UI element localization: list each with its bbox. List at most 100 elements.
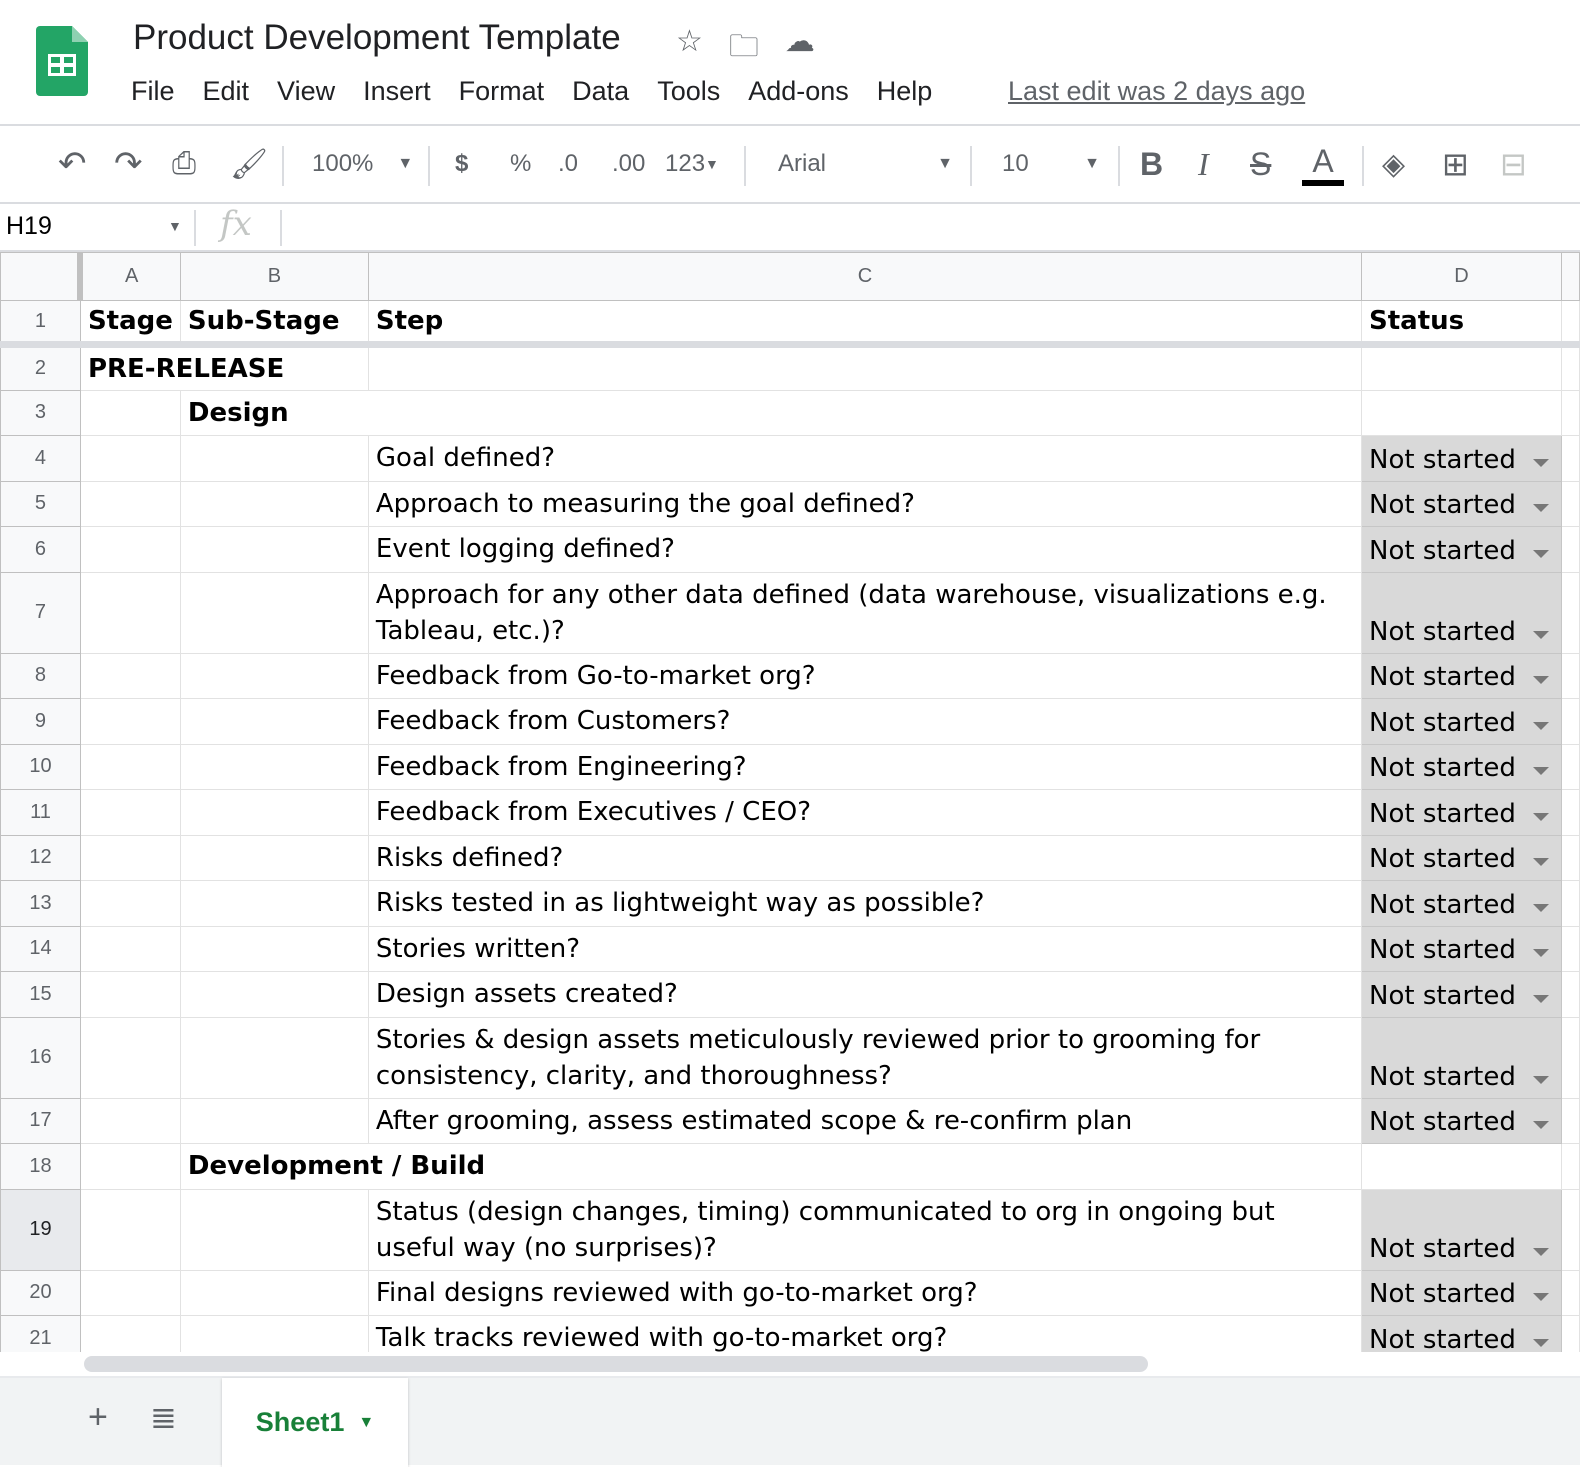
dropdown-arrow-icon[interactable]	[1532, 949, 1549, 957]
status-dropdown[interactable]: Not started	[1361, 1269, 1562, 1316]
print-icon[interactable]: ⎙	[172, 142, 196, 186]
row-header[interactable]: 18	[0, 1143, 81, 1190]
undo-icon[interactable]: ↶	[58, 142, 87, 186]
name-box[interactable]: H19	[6, 212, 52, 241]
currency-button[interactable]: $	[455, 142, 468, 186]
dropdown-arrow-icon[interactable]	[1532, 858, 1549, 866]
row-header[interactable]: 12	[0, 834, 81, 881]
column-header-d[interactable]: D	[1361, 252, 1562, 301]
last-edit-link[interactable]: Last edit was 2 days ago	[1008, 76, 1305, 107]
increase-decimal-button[interactable]: .00	[612, 142, 645, 186]
dropdown-arrow-icon[interactable]	[1532, 1247, 1549, 1256]
row-header[interactable]: 17	[0, 1097, 81, 1144]
dropdown-arrow-icon[interactable]	[1532, 1075, 1549, 1084]
select-all-corner[interactable]	[0, 252, 84, 301]
row-header[interactable]: 11	[0, 789, 81, 836]
borders-icon[interactable]: ⊞	[1442, 142, 1469, 186]
star-icon[interactable]: ☆	[676, 24, 703, 75]
column-header-a[interactable]: A	[79, 252, 181, 301]
status-dropdown[interactable]: Not started	[1361, 743, 1562, 790]
status-dropdown[interactable]: Not started	[1361, 1188, 1562, 1271]
cell-sub-stage[interactable]	[179, 925, 369, 972]
menu-file[interactable]: File	[131, 76, 175, 107]
cell-step[interactable]: Risks tested in as lightweight way as po…	[367, 880, 1363, 927]
dropdown-arrow-icon[interactable]	[1532, 458, 1549, 467]
dropdown-arrow-icon[interactable]	[1532, 549, 1549, 558]
dropdown-arrow-icon[interactable]	[1532, 1121, 1549, 1129]
menu-edit[interactable]: Edit	[203, 76, 250, 107]
cell-stage[interactable]	[79, 925, 181, 972]
strikethrough-button[interactable]: S	[1250, 142, 1271, 186]
move-folder-icon[interactable]: 🗀	[729, 24, 759, 75]
sheets-logo[interactable]	[36, 26, 88, 96]
cell-sub-stage[interactable]: Development / Build	[179, 1143, 1363, 1190]
formula-input[interactable]	[300, 212, 1550, 244]
row-header[interactable]: 6	[0, 526, 81, 573]
cell-step[interactable]	[367, 344, 1363, 391]
horizontal-scrollbar[interactable]	[84, 1356, 1148, 1372]
cell-step[interactable]: Approach for any other data defined (dat…	[367, 571, 1363, 654]
cell-step[interactable]: After grooming, assess estimated scope &…	[367, 1097, 1363, 1144]
cell-step[interactable]: Status (design changes, timing) communic…	[367, 1188, 1363, 1271]
menu-view[interactable]: View	[277, 76, 335, 107]
status-dropdown[interactable]: Not started	[1361, 435, 1562, 482]
cell-sub-stage[interactable]	[179, 1097, 369, 1144]
cell-step[interactable]: Feedback from Go-to-market org?	[367, 652, 1363, 699]
dropdown-arrow-icon[interactable]	[1532, 630, 1549, 639]
cell-sub-stage[interactable]	[179, 789, 369, 836]
dropdown-arrow-icon[interactable]	[1532, 1338, 1549, 1347]
cell-stage[interactable]: Stage	[79, 300, 181, 348]
cell-stage[interactable]	[79, 880, 181, 927]
dropdown-arrow-icon[interactable]	[1532, 1293, 1549, 1301]
cell-stage[interactable]	[79, 1315, 181, 1352]
merge-cells-icon[interactable]: ⊟	[1500, 142, 1527, 186]
cell-step[interactable]: Final designs reviewed with go-to-market…	[367, 1269, 1363, 1316]
cell-stage[interactable]	[79, 971, 181, 1018]
add-sheet-button[interactable]: +	[88, 1398, 108, 1437]
status-dropdown[interactable]: Not started	[1361, 698, 1562, 745]
cell-sub-stage[interactable]: Design	[179, 389, 1363, 436]
cell-sub-stage[interactable]	[179, 480, 369, 527]
row-header[interactable]: 10	[0, 743, 81, 790]
row-header[interactable]: 19	[0, 1188, 81, 1271]
cell-stage[interactable]	[79, 652, 181, 699]
italic-button[interactable]: I	[1198, 142, 1209, 186]
dropdown-arrow-icon[interactable]	[1532, 676, 1549, 684]
row-header[interactable]: 1	[0, 300, 81, 348]
column-header-b[interactable]: B	[179, 252, 369, 301]
sheet-tab-sheet1[interactable]: Sheet1 ▼	[222, 1378, 408, 1467]
cell-stage[interactable]	[79, 1269, 181, 1316]
text-color-button[interactable]: A	[1302, 142, 1344, 186]
paint-format-icon[interactable]: 🖌	[230, 142, 268, 186]
cell-step[interactable]: Stories written?	[367, 925, 1363, 972]
document-title[interactable]: Product Development Template	[133, 18, 621, 58]
row-header[interactable]: 7	[0, 571, 81, 654]
cell-step[interactable]: Talk tracks reviewed with go-to-market o…	[367, 1315, 1363, 1352]
cell-stage[interactable]: PRE-RELEASE	[79, 344, 369, 391]
cell-step[interactable]: Stories & design assets meticulously rev…	[367, 1016, 1363, 1099]
cell-sub-stage[interactable]	[179, 834, 369, 881]
cell-step[interactable]: Feedback from Engineering?	[367, 743, 1363, 790]
cell-step[interactable]: Feedback from Executives / CEO?	[367, 789, 1363, 836]
status-dropdown[interactable]: Not started	[1361, 526, 1562, 573]
row-header[interactable]: 21	[0, 1315, 81, 1352]
status-dropdown[interactable]: Not started	[1361, 880, 1562, 927]
cell-stage[interactable]	[79, 834, 181, 881]
cell-stage[interactable]	[79, 743, 181, 790]
cell-stage[interactable]	[79, 698, 181, 745]
cell-stage[interactable]	[79, 789, 181, 836]
cell-sub-stage[interactable]	[179, 652, 369, 699]
dropdown-arrow-icon[interactable]	[1532, 721, 1549, 730]
row-header[interactable]: 16	[0, 1016, 81, 1099]
status-dropdown[interactable]: Not started	[1361, 834, 1562, 881]
cell-sub-stage[interactable]	[179, 743, 369, 790]
column-header-c[interactable]: C	[367, 252, 1363, 301]
dropdown-arrow-icon[interactable]	[1532, 767, 1549, 775]
cell-stage[interactable]	[79, 1188, 181, 1271]
status-dropdown[interactable]: Not started	[1361, 971, 1562, 1018]
cell-step[interactable]: Approach to measuring the goal defined?	[367, 480, 1363, 527]
cell-stage[interactable]	[79, 1143, 181, 1190]
status-dropdown[interactable]: Not started	[1361, 1097, 1562, 1144]
row-header[interactable]: 2	[0, 344, 81, 391]
row-header[interactable]: 4	[0, 435, 81, 482]
